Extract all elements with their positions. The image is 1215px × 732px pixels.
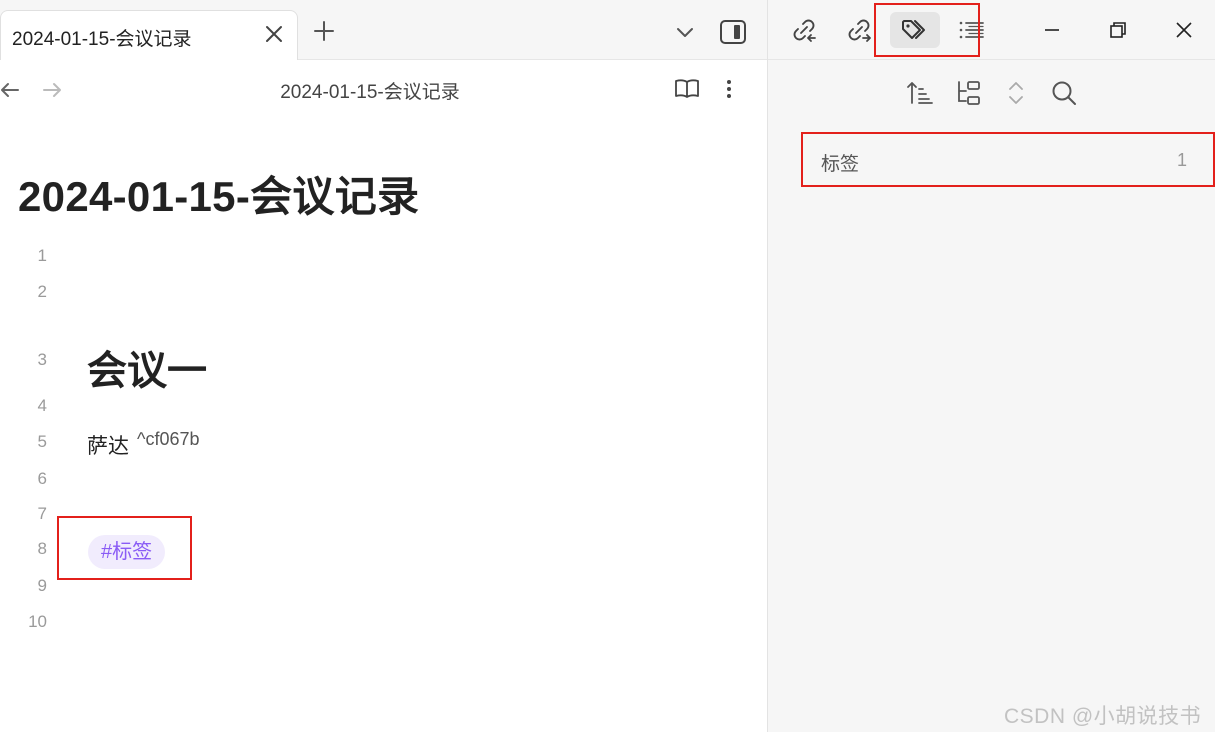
block-id: ^cf067b [137, 429, 200, 449]
line-number: 7 [37, 504, 47, 523]
close-window-icon[interactable] [1170, 16, 1198, 44]
inline-title[interactable]: 2024-01-15-会议记录 [18, 163, 419, 224]
minimize-icon[interactable] [1038, 16, 1066, 44]
outline-tab[interactable] [946, 12, 996, 48]
line-number: 10 [28, 612, 47, 631]
view-header-title[interactable]: 2024-01-15-会议记录 [200, 77, 540, 104]
line-number: 6 [37, 469, 47, 488]
link-in-icon [793, 19, 816, 42]
book-open-icon[interactable] [674, 77, 700, 101]
line-number: 2 [37, 282, 47, 301]
tag-pane-toolbar [768, 72, 1215, 112]
right-sidebar: 标签 1 [768, 0, 1215, 732]
list-icon [959, 21, 984, 39]
link-out-icon [848, 19, 871, 42]
close-icon[interactable] [263, 23, 285, 45]
sort-icon[interactable] [905, 78, 935, 108]
line-number: 1 [37, 246, 47, 265]
tab-note[interactable]: 2024-01-15-会议记录 [0, 10, 298, 60]
line-number: 8 [37, 539, 47, 558]
text-content: 萨达 [87, 435, 129, 458]
nested-tags-icon[interactable] [953, 78, 983, 108]
line-number: 9 [37, 576, 47, 595]
text-line[interactable]: 萨达 ^cf067b [87, 429, 200, 460]
arrow-right-icon[interactable] [40, 78, 64, 102]
search-icon[interactable] [1049, 78, 1079, 108]
editor-pane: 2024-01-15-会议记录 2024-01-15-会议记录 2024-01-… [0, 0, 767, 732]
tab-bar: 2024-01-15-会议记录 [0, 0, 767, 60]
more-vertical-icon[interactable] [717, 77, 741, 101]
watermark: CSDN @小胡说技书 [1004, 705, 1202, 728]
line-number: 5 [37, 432, 47, 451]
line-number: 4 [37, 396, 47, 415]
outgoing-links-tab[interactable] [834, 12, 884, 48]
inline-tag[interactable]: #标签 [88, 535, 166, 569]
tags-tab[interactable] [890, 12, 940, 48]
chevron-down-icon[interactable] [674, 22, 696, 44]
sidebar-tab-header [768, 0, 1215, 60]
tag-list-item[interactable]: 标签 1 [804, 138, 1215, 184]
tag-count: 1 [1176, 150, 1187, 170]
tab-title: 2024-01-15-会议记录 [12, 29, 192, 50]
sidebar-toggle-icon[interactable] [719, 19, 747, 45]
heading-line[interactable]: 会议一 [87, 338, 207, 396]
view-header: 2024-01-15-会议记录 [0, 60, 767, 118]
restore-icon[interactable] [1104, 16, 1132, 44]
backlinks-tab[interactable] [779, 12, 829, 48]
tags-icon [902, 20, 925, 39]
tag-name: 标签 [821, 154, 860, 175]
line-number: 3 [37, 350, 47, 369]
plus-icon[interactable] [313, 20, 335, 42]
expand-collapse-icon[interactable] [1001, 78, 1031, 108]
arrow-left-icon[interactable] [0, 78, 22, 102]
